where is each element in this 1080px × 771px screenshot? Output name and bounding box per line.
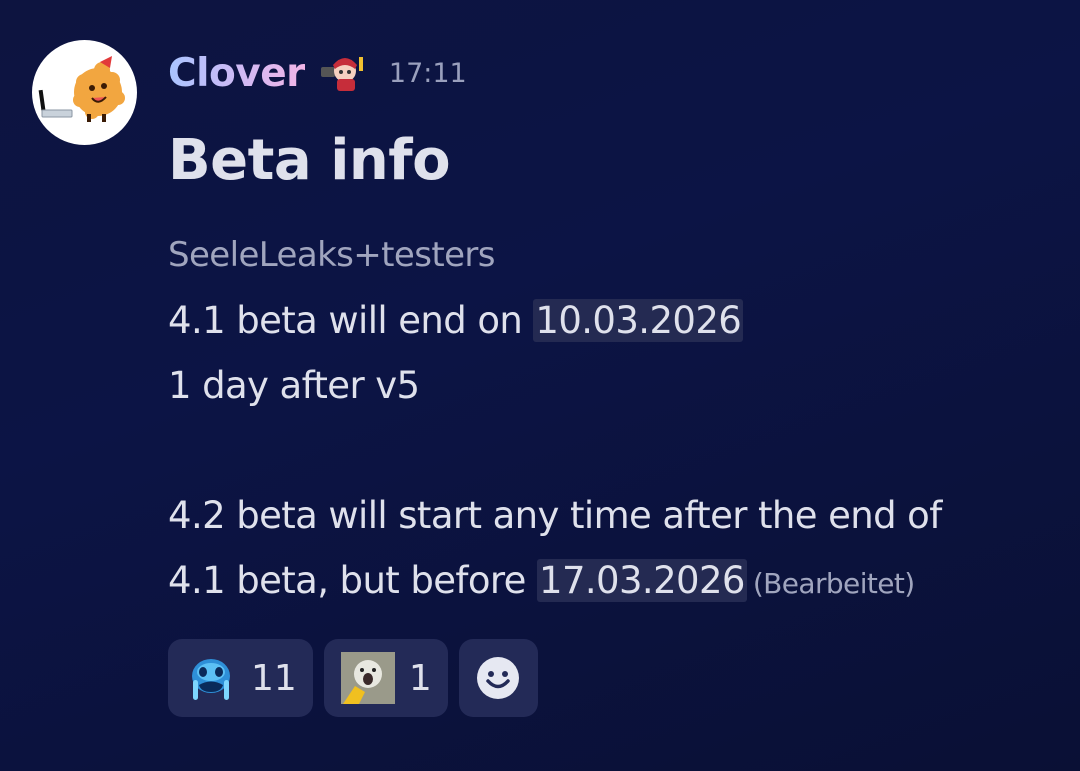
user-avatar[interactable] [32,40,137,145]
fluffy-creature-avatar-icon [38,56,125,122]
add-reaction-button[interactable] [458,639,538,717]
message-line: 4.1 beta, but before 17.03.2026 (Bearbeit… [168,548,1068,616]
message-line: 1 day after v5 [168,364,420,407]
line-text: 4.1 beta, but before [168,559,537,602]
chat-message: Clover 17:11 Beta info SeeleLeaks+tester… [0,0,1080,771]
message-header: Clover 17:11 [168,40,1068,106]
message-line: 4.1 beta will end on 10.03.2026 [168,288,1068,353]
anime-character-badge-icon [320,57,363,91]
reaction-count: 11 [251,657,297,699]
reaction-button[interactable]: 1 [323,639,448,717]
reaction-button[interactable]: 11 [168,639,313,717]
author-name[interactable]: Clover [168,51,305,96]
smiley-icon [477,657,520,699]
edited-label[interactable]: (Bearbeitet) [753,567,915,600]
role-badge-icon[interactable] [319,53,367,93]
timestamp-date[interactable]: 17.03.2026 [537,559,747,602]
message-title: Beta info [168,128,451,193]
message-line: 4.2 beta will start any time after the e… [168,494,942,537]
message-content: Clover 17:11 Beta info SeeleLeaks+tester… [168,40,1068,616]
timestamp-date[interactable]: 10.03.2026 [533,299,744,342]
line-text: 4.1 beta will end on [168,299,534,342]
message-subtext: SeeleLeaks+testers [168,235,495,275]
reaction-count: 1 [408,657,432,699]
crying-blue-face-emoji-icon [192,659,230,700]
reactions-bar: 11 1 [168,639,538,717]
message-body: SeeleLeaks+testers 4.1 beta will end on … [168,223,1068,616]
screaming-cat-emoji-icon [340,652,395,704]
message-timestamp[interactable]: 17:11 [389,58,467,89]
